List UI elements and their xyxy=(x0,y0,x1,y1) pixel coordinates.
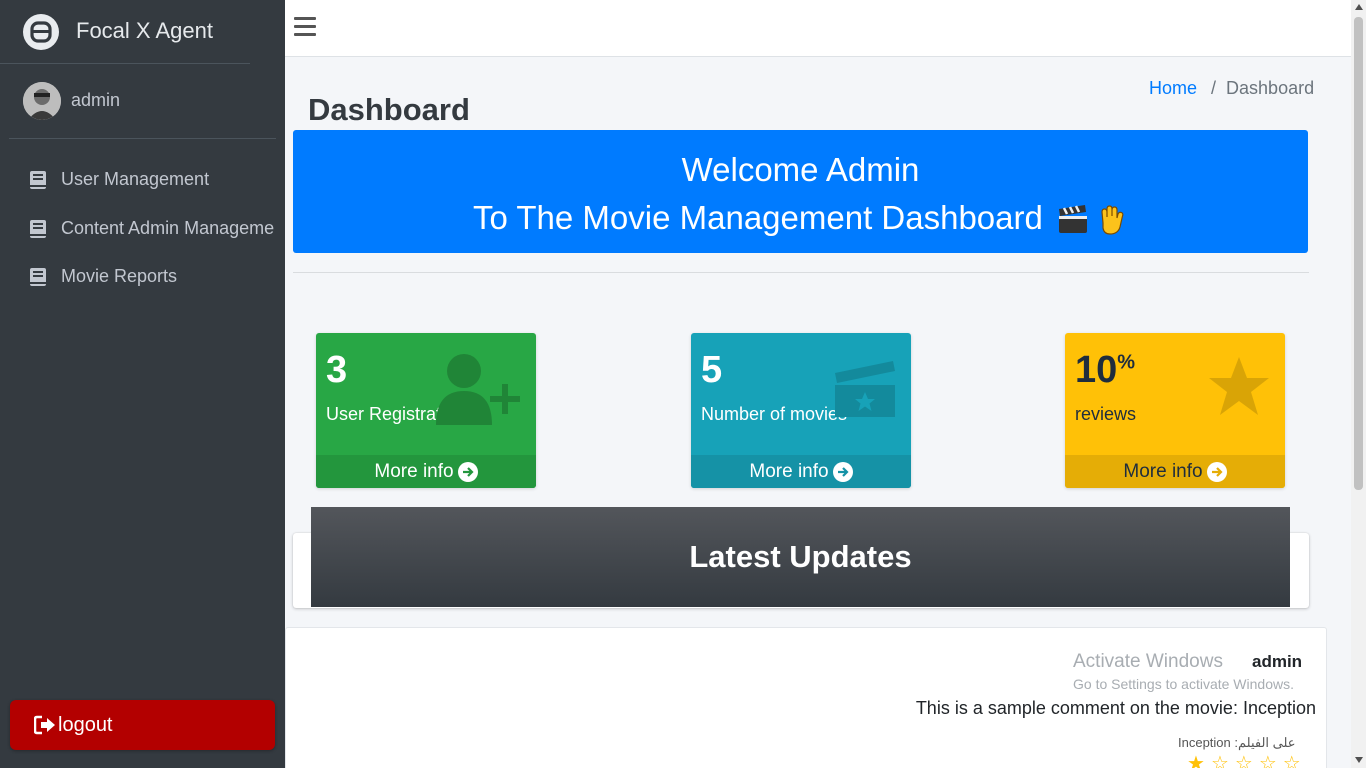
clapper-board-icon xyxy=(1059,205,1088,234)
welcome-banner: Welcome Admin To The Movie Management Da… xyxy=(293,130,1308,253)
scroll-thumb[interactable] xyxy=(1354,17,1363,490)
top-navbar xyxy=(285,0,1351,57)
sidebar-item-movie-reports[interactable]: Movie Reports xyxy=(0,253,285,302)
welcome-title: Welcome Admin xyxy=(681,151,920,188)
welcome-subtitle-row: To The Movie Management Dashboard xyxy=(293,199,1308,237)
arrow-circle-right-icon xyxy=(832,461,853,482)
sidebar: Focal X Agent admin User Management Cont… xyxy=(0,0,285,768)
breadcrumb-separator: / xyxy=(1211,78,1217,98)
more-info-label: More info xyxy=(374,460,454,482)
comment-movie: Inception :على الفيلم xyxy=(1178,735,1296,750)
brand-name: Focal X Agent xyxy=(76,18,213,43)
star-empty-icon: ☆ xyxy=(1210,753,1229,768)
star-empty-icon: ☆ xyxy=(1234,753,1253,768)
user-panel[interactable]: admin xyxy=(9,64,276,139)
arrow-circle-right-icon xyxy=(457,461,478,482)
star-empty-icon: ☆ xyxy=(1258,753,1277,768)
stat-value: 10% xyxy=(1075,349,1136,391)
more-info-label: More info xyxy=(749,460,829,482)
film-icon xyxy=(835,361,895,417)
sidebar-item-user-management[interactable]: User Management xyxy=(0,156,285,205)
menu-toggle-icon[interactable] xyxy=(294,17,316,37)
breadcrumb-current: Dashboard xyxy=(1226,78,1315,98)
welcome-subtitle: To The Movie Management Dashboard xyxy=(472,199,1043,236)
logout-button[interactable]: logout xyxy=(10,700,275,750)
user-name: admin xyxy=(71,90,121,110)
more-info-link[interactable]: More info xyxy=(691,455,911,488)
sidebar-nav: User Management Content Admin Manageme M… xyxy=(0,156,285,302)
star-empty-icon: ☆ xyxy=(1282,753,1301,768)
book-icon xyxy=(30,171,46,189)
star-icon xyxy=(1209,357,1269,415)
stat-box-number-of-movies: 5 Number of movies More info xyxy=(691,333,911,488)
waving-hand-icon xyxy=(1101,205,1124,235)
book-icon xyxy=(30,268,46,286)
scrollbar[interactable] xyxy=(1351,0,1366,768)
user-plus-icon xyxy=(436,354,520,425)
page-title: Dashboard xyxy=(308,92,470,127)
avatar xyxy=(23,82,61,120)
sign-out-icon xyxy=(34,715,55,735)
sidebar-item-label: User Management xyxy=(61,169,210,189)
stat-value: 3 xyxy=(326,349,348,391)
brand-logo-icon xyxy=(23,14,59,50)
comment-author: admin xyxy=(1252,652,1303,671)
more-info-link[interactable]: More info xyxy=(316,455,536,488)
stat-value: 5 xyxy=(701,349,723,391)
arrow-circle-right-icon xyxy=(1206,461,1227,482)
breadcrumb: Home / Dashboard xyxy=(1149,78,1314,99)
sidebar-item-label: Movie Reports xyxy=(61,266,178,286)
sidebar-item-label: Content Admin Manageme xyxy=(61,217,275,238)
stat-label: reviews xyxy=(1075,404,1137,424)
divider xyxy=(293,272,1309,273)
activate-windows-watermark: Activate Windows xyxy=(1073,651,1223,672)
book-icon xyxy=(30,219,46,238)
latest-updates-header: Latest Updates xyxy=(311,507,1290,607)
scroll-up-icon[interactable] xyxy=(1354,4,1363,10)
stat-box-user-registrations: 3 User Registrations More info xyxy=(316,333,536,488)
activate-windows-subtitle: Go to Settings to activate Windows. xyxy=(1073,676,1294,692)
rating-stars: ★ ☆ ☆ ☆ ☆ xyxy=(1187,754,1301,768)
stat-box-reviews: 10% reviews More info xyxy=(1065,333,1285,488)
breadcrumb-home-link[interactable]: Home xyxy=(1149,78,1197,98)
more-info-label: More info xyxy=(1123,460,1203,482)
sidebar-item-content-admin[interactable]: Content Admin Manageme xyxy=(0,205,285,254)
scroll-down-icon[interactable] xyxy=(1354,757,1363,763)
more-info-link[interactable]: More info xyxy=(1065,455,1285,488)
logout-label: logout xyxy=(58,713,113,736)
star-filled-icon: ★ xyxy=(1187,753,1205,768)
comment-text: This is a sample comment on the movie: I… xyxy=(915,698,1316,718)
brand-link[interactable]: Focal X Agent xyxy=(0,0,250,64)
stat-label: Number of movies xyxy=(701,404,848,424)
